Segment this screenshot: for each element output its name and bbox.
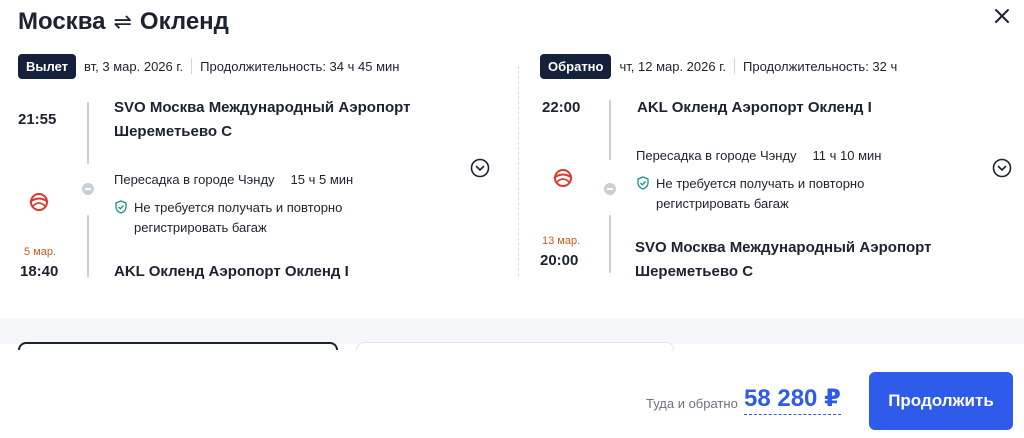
return-arrive-time: 20:00 (540, 252, 579, 269)
outbound-transfer: Пересадка в городе Чэнду 15 ч 5 мин (114, 172, 353, 187)
segment-divider (518, 66, 519, 276)
outbound-meta: Вылет вт, 3 мар. 2026 г. Продолжительнос… (18, 52, 508, 80)
price-label: Туда и обратно (646, 396, 738, 411)
continue-button[interactable]: Продолжить (869, 372, 1013, 430)
baggage-note-line1: Не требуется получать и повторно (656, 176, 865, 191)
meta-separator (191, 58, 193, 74)
shield-check-icon (637, 176, 649, 190)
outbound-baggage-note: Не требуется получать и повторно регистр… (114, 198, 342, 238)
return-arrive-airport: SVO Москва Международный Аэропорт Шереме… (635, 236, 931, 284)
return-date: чт, 12 мар. 2026 г. (619, 58, 726, 74)
return-depart-airport: AKL Окленд Аэропорт Окленд I (637, 99, 872, 116)
transfer-dot (82, 183, 94, 195)
timeline-line-top (87, 102, 89, 164)
swap-icon: ⇌ (113, 9, 132, 34)
timeline-line-bottom (87, 215, 89, 277)
outbound-depart-airport: SVO Москва Международный Аэропорт Шереме… (114, 96, 410, 144)
outbound-arrive-airport: AKL Окленд Аэропорт Окленд I (114, 263, 349, 280)
airline-logo-icon (553, 169, 573, 187)
return-arrive-airport-line1: SVO Москва Международный Аэропорт (635, 239, 932, 256)
outbound-arrive-time: 18:40 (20, 263, 59, 280)
transfer-label: Пересадка в городе Чэнду (636, 148, 797, 163)
return-segment: Обратно чт, 12 мар. 2026 г. Продолжитель… (540, 52, 1020, 302)
route-title: Москва ⇌ Окленд (18, 8, 229, 36)
total-price[interactable]: 58 280 ₽ (744, 384, 841, 415)
transfer-label: Пересадка в городе Чэнду (114, 172, 275, 187)
outbound-segment: Вылет вт, 3 мар. 2026 г. Продолжительнос… (18, 52, 508, 302)
return-depart-time: 22:00 (542, 99, 581, 116)
timeline-line-top (609, 100, 611, 160)
outbound-date: вт, 3 мар. 2026 г. (84, 58, 184, 74)
outbound-badge: Вылет (18, 53, 77, 79)
return-arrive-airport-line2: Шереметьево C (635, 263, 754, 280)
shield-check-icon (115, 200, 127, 214)
return-duration: Продолжительность: 32 ч (743, 58, 898, 74)
baggage-note-line2: регистрировать багаж (656, 196, 789, 211)
origin-city: Москва (18, 8, 106, 35)
outbound-depart-time: 21:55 (18, 111, 57, 128)
close-icon[interactable] (990, 4, 1014, 28)
return-transfer: Пересадка в городе Чэнду 11 ч 10 мин (636, 148, 882, 163)
baggage-note-line1: Не требуется получать и повторно (134, 200, 343, 215)
footer-bar: Туда и обратно 58 280 ₽ Продолжить (0, 350, 1024, 438)
outbound-depart-airport-line1: SVO Москва Международный Аэропорт (114, 99, 411, 116)
airline-logo-icon (29, 193, 49, 211)
baggage-note-line2: регистрировать багаж (134, 220, 267, 235)
meta-separator (734, 58, 735, 74)
options-band (0, 318, 1024, 344)
outbound-arrive-date: 5 мар. (24, 246, 57, 258)
transfer-dot (604, 183, 616, 195)
return-baggage-note: Не требуется получать и повторно регистр… (636, 174, 864, 214)
outbound-duration: Продолжительность: 34 ч 45 мин (200, 58, 400, 74)
transfer-duration: 15 ч 5 мин (290, 172, 354, 187)
outbound-depart-airport-line2: Шереметьево C (114, 123, 233, 140)
return-meta: Обратно чт, 12 мар. 2026 г. Продолжитель… (540, 52, 1020, 80)
modal-header: Москва ⇌ Окленд (0, 0, 1024, 44)
chevron-down-circle-icon[interactable] (992, 158, 1012, 178)
timeline-line-bottom (609, 215, 611, 273)
transfer-duration: 11 ч 10 мин (812, 148, 882, 163)
destination-city: Окленд (139, 8, 229, 35)
chevron-down-circle-icon[interactable] (470, 158, 490, 178)
return-arrive-date: 13 мар. (542, 235, 581, 247)
return-badge: Обратно (540, 53, 612, 79)
